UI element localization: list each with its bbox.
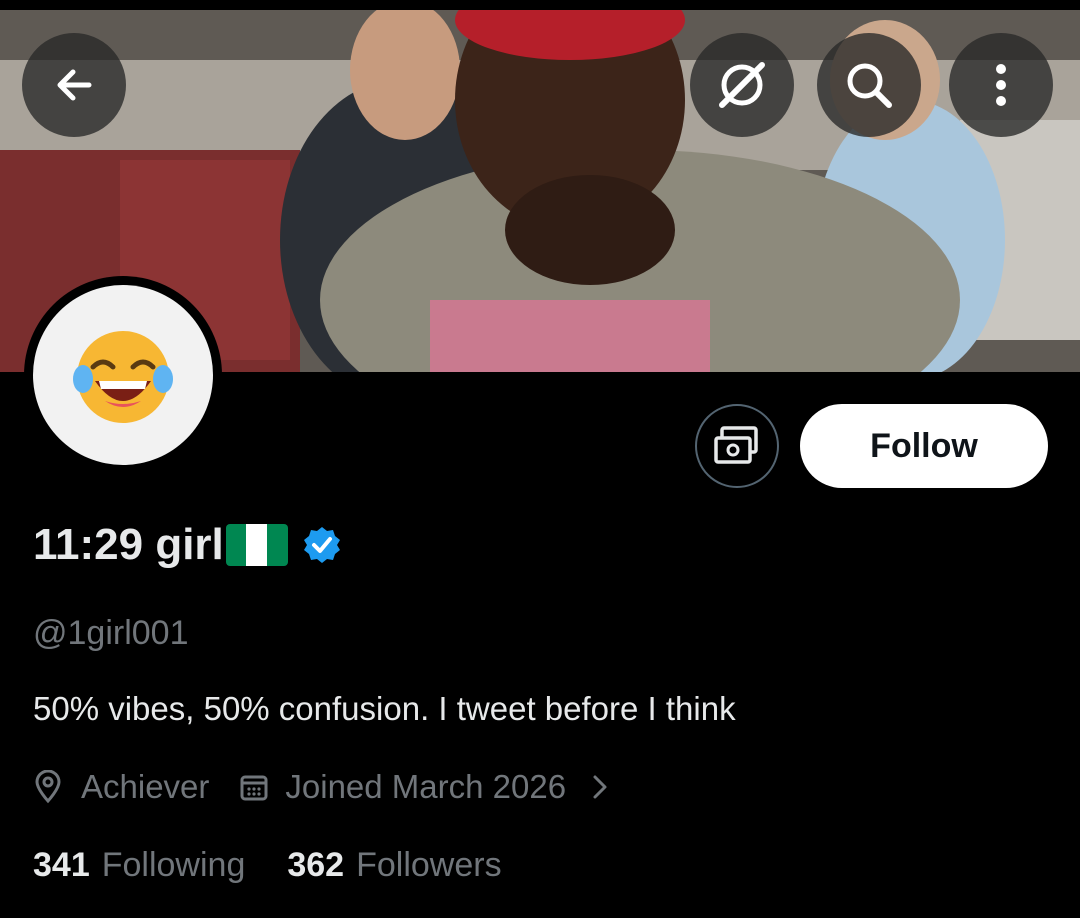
laughing-emoji-icon (73, 331, 173, 423)
search-button[interactable] (817, 33, 921, 137)
nigeria-flag-icon (225, 524, 288, 566)
more-button[interactable] (949, 33, 1053, 137)
location-pin-icon (35, 770, 61, 804)
following-link[interactable]: 341 Following (33, 846, 245, 885)
back-button[interactable] (22, 33, 126, 137)
chevron-right-icon (593, 775, 607, 799)
follow-stats: 341 Following 362 Followers (33, 846, 502, 885)
followers-label: Followers (356, 846, 502, 884)
more-vertical-icon (996, 64, 1006, 106)
following-label: Following (101, 846, 246, 884)
bio: 50% vibes, 50% confusion. I tweet before… (33, 690, 736, 727)
following-count: 341 (33, 846, 90, 884)
profile-meta: Achiever Joined March 2026 (33, 768, 610, 806)
tip-money-icon (714, 426, 758, 464)
verified-badge-icon[interactable] (302, 525, 342, 565)
display-name: 11:29 girl (33, 520, 224, 569)
tip-button[interactable] (695, 404, 779, 488)
followers-link[interactable]: 362 Followers (287, 846, 501, 885)
name-row: 11:29 girl (33, 520, 342, 570)
follow-button[interactable]: Follow (800, 404, 1048, 488)
grok-slash-icon (719, 62, 765, 108)
joined-text: Joined March 2026 (285, 768, 567, 805)
search-icon (847, 63, 892, 108)
avatar-image (33, 285, 213, 465)
handle: @1girl001 (33, 614, 189, 652)
grok-button[interactable] (690, 33, 794, 137)
location: Achiever (33, 768, 209, 806)
calendar-icon (240, 775, 268, 801)
arrow-left-icon (57, 69, 92, 101)
status-bar-edge (0, 0, 1080, 10)
joined-date[interactable]: Joined March 2026 (239, 768, 610, 806)
followers-count: 362 (287, 846, 345, 884)
location-text: Achiever (81, 768, 210, 805)
avatar[interactable] (24, 276, 222, 474)
